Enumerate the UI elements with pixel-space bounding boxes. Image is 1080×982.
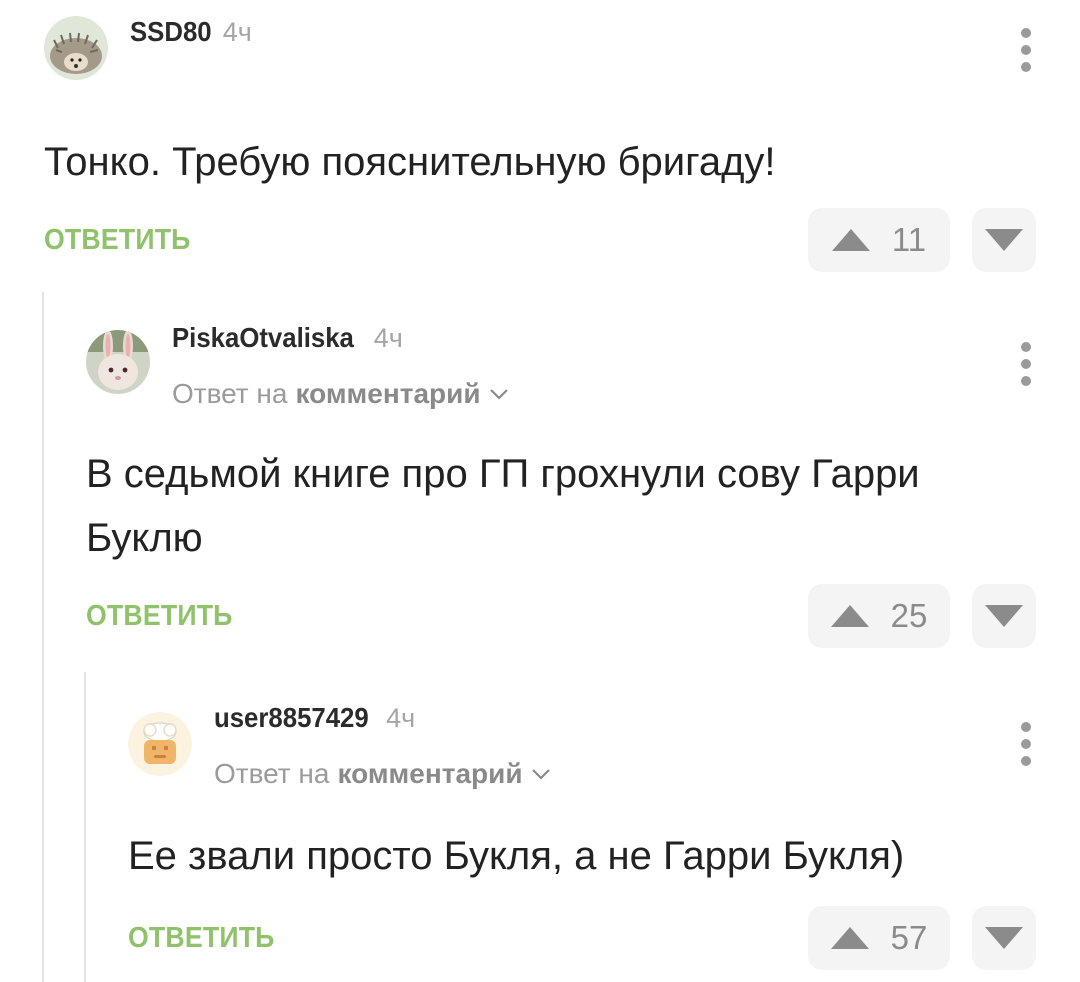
comment-actions: ОТВЕТИТЬ 11 xyxy=(44,208,1080,272)
comment-text: Тонко. Требую пояснительную бригаду! xyxy=(44,140,776,184)
comments-thread: SSD80 4ч Тонко. Требую пояснительную бри… xyxy=(0,0,1080,982)
comment: user8857429 4ч Ответ на комментарий Ее з… xyxy=(128,702,1080,970)
triangle-down-icon xyxy=(985,229,1023,251)
author-name[interactable]: SSD80 xyxy=(130,16,212,48)
author-name[interactable]: PiskaOtvaliska xyxy=(172,322,354,354)
reply-to-target[interactable]: комментарий xyxy=(337,758,522,790)
triangle-up-icon xyxy=(831,229,870,251)
more-options-icon[interactable] xyxy=(1016,342,1036,386)
reply-to-target[interactable]: комментарий xyxy=(295,378,480,410)
comment-text: Ее звали просто Букля, а не Гарри Букля) xyxy=(128,834,905,878)
downvote-button[interactable] xyxy=(972,208,1036,272)
comment-actions: ОТВЕТИТЬ 25 xyxy=(86,584,1080,648)
chevron-down-icon[interactable] xyxy=(489,388,509,400)
reply-to-prefix: Ответ на xyxy=(172,378,288,409)
vote-count: 11 xyxy=(891,221,927,258)
triangle-up-icon xyxy=(830,927,869,949)
thread-line-level-2 xyxy=(84,672,86,982)
avatar[interactable] xyxy=(128,712,192,776)
thread-line-level-1 xyxy=(42,292,44,982)
comment-time: 4ч xyxy=(222,17,252,47)
vote-count: 57 xyxy=(890,919,928,956)
avatar[interactable] xyxy=(86,330,150,394)
reply-to-prefix: Ответ на xyxy=(214,758,330,789)
comment-actions: ОТВЕТИТЬ 57 xyxy=(128,906,1080,970)
reply-to-link[interactable]: Ответ на комментарий xyxy=(172,374,509,414)
reply-to-link[interactable]: Ответ на комментарий xyxy=(214,754,551,794)
comment-time: 4ч xyxy=(386,703,416,733)
comment-text: В седьмой книге про ГП грохнули сову Гар… xyxy=(86,452,920,560)
comment-meta: user8857429 4ч Ответ на комментарий xyxy=(214,702,551,794)
reply-button[interactable]: ОТВЕТИТЬ xyxy=(86,600,233,633)
author-name[interactable]: user8857429 xyxy=(214,702,369,734)
comment-meta: SSD80 4ч xyxy=(130,16,252,60)
chevron-down-icon[interactable] xyxy=(531,768,551,780)
vote-count: 25 xyxy=(890,597,928,634)
upvote-button[interactable]: 57 xyxy=(808,906,950,970)
comment-time: 4ч xyxy=(373,323,403,353)
comment: PiskaOtvaliska 4ч Ответ на комментарий В… xyxy=(86,322,1080,648)
reply-button[interactable]: ОТВЕТИТЬ xyxy=(44,224,191,257)
avatar[interactable] xyxy=(44,16,108,80)
triangle-up-icon xyxy=(830,605,869,627)
more-options-icon[interactable] xyxy=(1016,722,1036,766)
comment-meta: PiskaOtvaliska 4ч Ответ на комментарий xyxy=(172,322,509,414)
upvote-button[interactable]: 11 xyxy=(808,208,950,272)
reply-button[interactable]: ОТВЕТИТЬ xyxy=(128,922,275,955)
comment-header: user8857429 4ч Ответ на комментарий xyxy=(128,702,1080,789)
triangle-down-icon xyxy=(985,927,1023,949)
comment-header: PiskaOtvaliska 4ч Ответ на комментарий xyxy=(86,322,1080,409)
upvote-button[interactable]: 25 xyxy=(808,584,950,648)
downvote-button[interactable] xyxy=(972,584,1036,648)
downvote-button[interactable] xyxy=(972,906,1036,970)
comment-header: SSD80 4ч xyxy=(44,16,1080,86)
more-options-icon[interactable] xyxy=(1016,28,1036,72)
triangle-down-icon xyxy=(985,605,1023,627)
comment: SSD80 4ч Тонко. Требую пояснительную бри… xyxy=(44,16,1080,272)
